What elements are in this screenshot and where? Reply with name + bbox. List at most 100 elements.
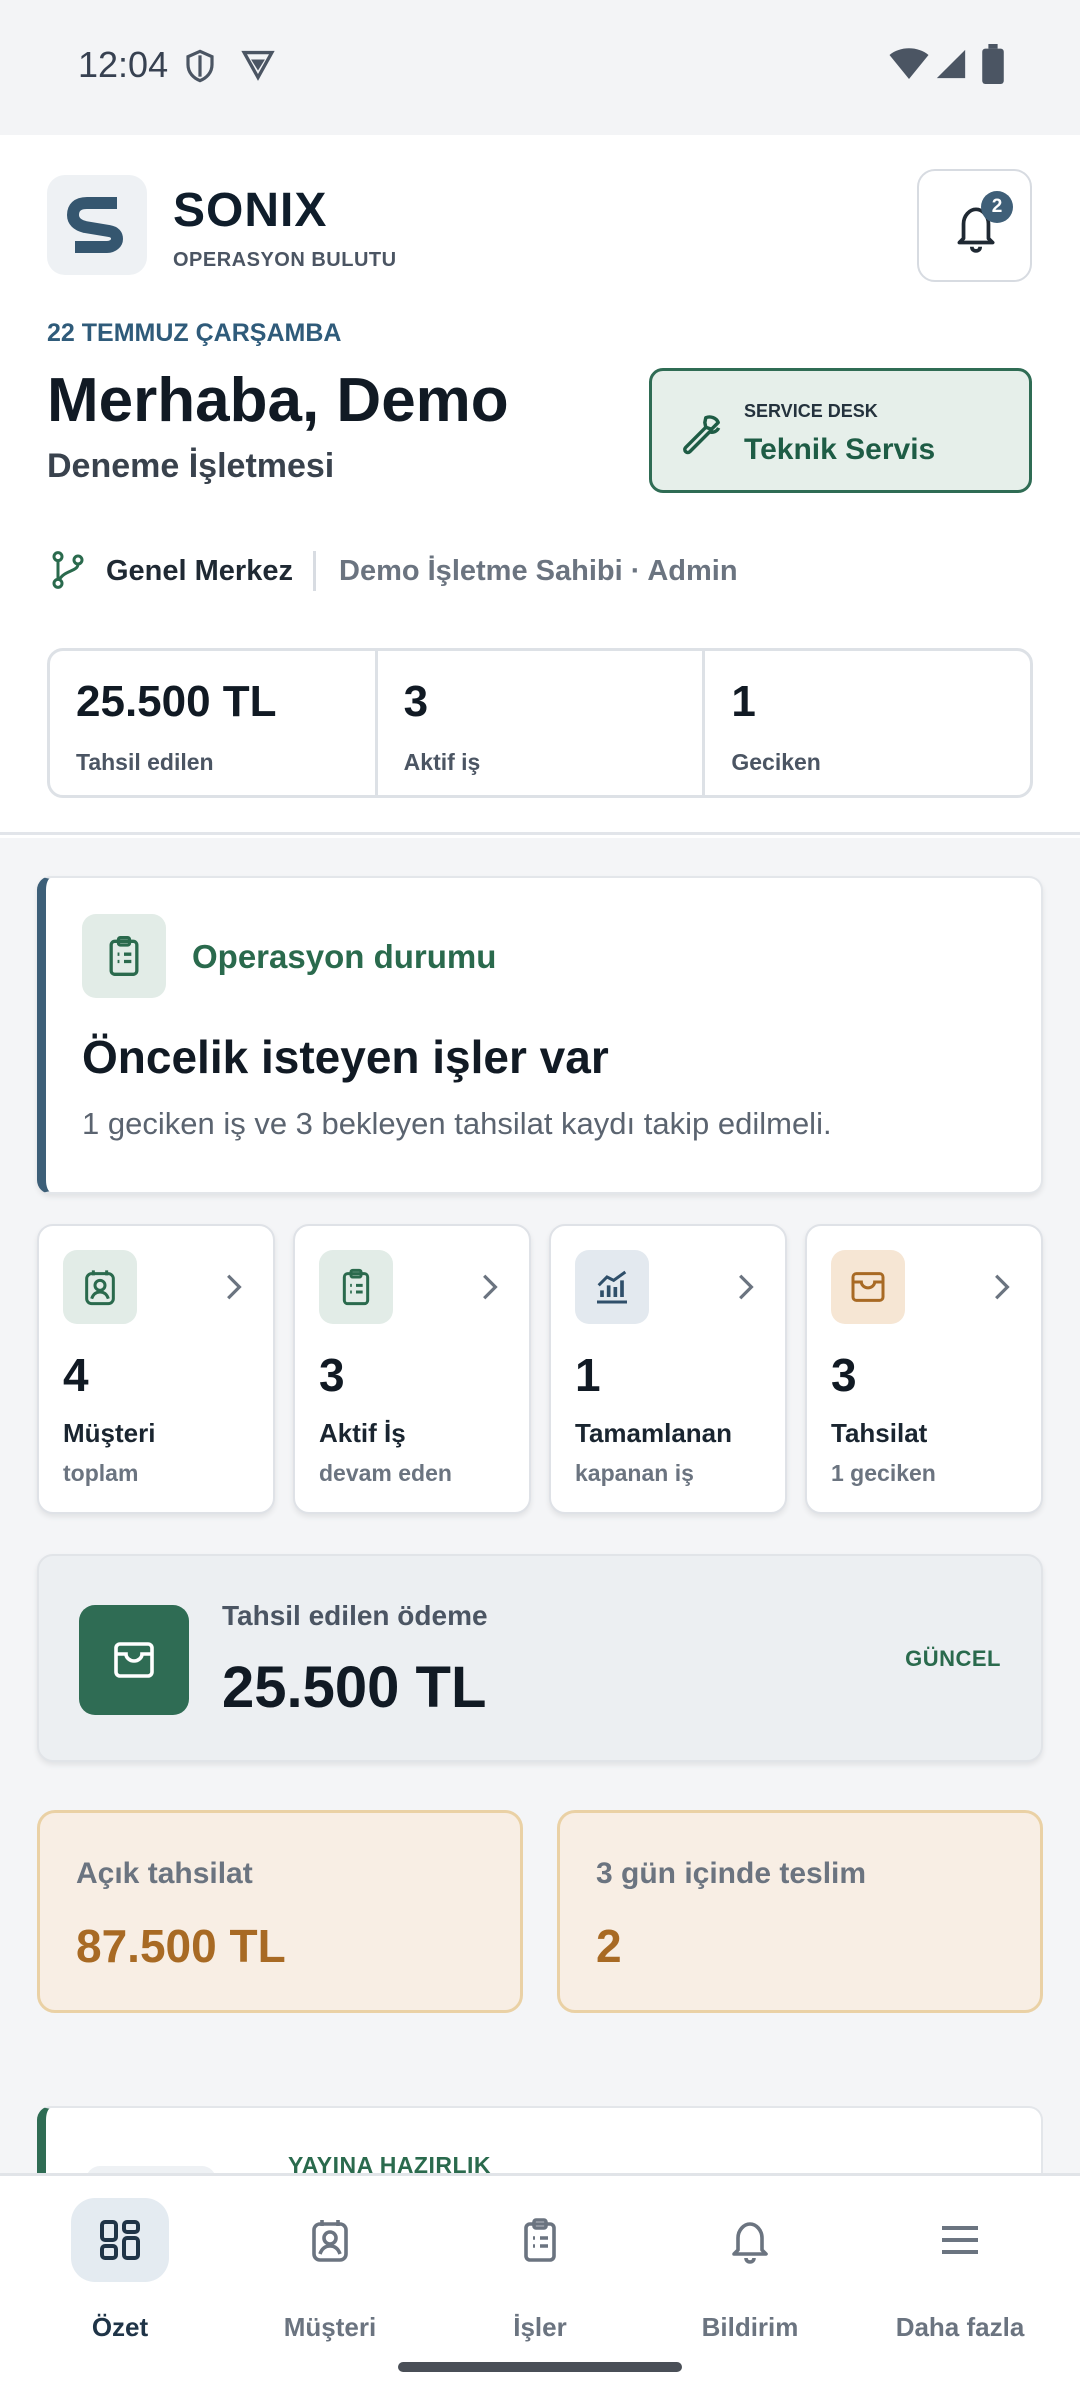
current-date: 22 TEMMUZ ÇARŞAMBA (47, 319, 342, 347)
kpi-icon-box (831, 1250, 905, 1324)
bell-icon (732, 2222, 768, 2264)
service-desk-button[interactable]: SERVICE DESK Teknik Servis (649, 368, 1032, 493)
notifications-button[interactable]: 2 (917, 169, 1032, 282)
branch-name[interactable]: Genel Merkez (106, 555, 293, 588)
readiness-label: YAYINA HAZIRLIK (288, 2152, 492, 2173)
nav-item-ozet[interactable]: Özet (20, 2198, 220, 2348)
summary-stats: 25.500 TL Tahsil edilen 3 Aktif iş 1 Gec… (47, 648, 1033, 798)
mini-label: Açık tahsilat (76, 1857, 253, 1890)
payment-value: 25.500 TL (222, 1655, 487, 1720)
clipboard-icon (524, 2218, 556, 2262)
kpi-card-active-jobs[interactable]: 3 Aktif İş devam eden (293, 1224, 531, 1514)
battery-icon (982, 44, 1004, 84)
chevron-right-icon (995, 1274, 1010, 1300)
signal-icon (936, 49, 966, 79)
nav-label: Müşteri (283, 2312, 377, 2342)
kpi-sub: toplam (63, 1460, 139, 1486)
chevron-right-icon (739, 1274, 754, 1300)
nav-pill (491, 2198, 589, 2282)
operation-icon-box (82, 914, 166, 998)
kpi-icon-box (63, 1250, 137, 1324)
kpi-sub: 1 geciken (831, 1460, 936, 1486)
home-indicator[interactable] (398, 2362, 682, 2372)
nav-item-musteri[interactable]: Müşteri (230, 2198, 430, 2348)
nav-item-daha-fazla[interactable]: Daha fazla (860, 2198, 1060, 2348)
notification-badge: 2 (981, 191, 1013, 223)
kpi-card-customers[interactable]: 4 Müşteri toplam (37, 1224, 275, 1514)
kpi-icon-box (575, 1250, 649, 1324)
kpi-icon-box (319, 1250, 393, 1324)
kpi-value: 3 (831, 1349, 857, 1401)
branch-icon (52, 551, 84, 589)
owner-role: Demo İşletme Sahibi · Admin (339, 555, 738, 587)
sonix-logo-icon (67, 197, 123, 253)
nav-item-bildirim[interactable]: Bildirim (650, 2198, 850, 2348)
brand-name: SONIX (173, 184, 328, 237)
operation-status-card[interactable]: Operasyon durumu Öncelik isteyen işler v… (37, 876, 1043, 1194)
business-name: Deneme İşletmesi (47, 447, 335, 485)
dashboard-icon (100, 2220, 140, 2260)
mini-value: 2 (596, 1920, 622, 1972)
service-desk-title: Teknik Servis (744, 433, 936, 466)
wifi-icon (889, 48, 929, 79)
brand-subtitle: OPERASYON BULUTU (173, 249, 397, 271)
customer-icon (85, 1270, 115, 1306)
payment-icon-box (79, 1605, 189, 1715)
kpi-sub: devam eden (319, 1460, 452, 1486)
stat-label: Geciken (731, 749, 821, 775)
dashboard-header: SONIX OPERASYON BULUTU 2 22 TEMMUZ ÇARŞA… (0, 135, 1080, 835)
stat-value: 3 (403, 677, 429, 726)
stat-value: 25.500 TL (76, 677, 277, 726)
nav-label: İşler (513, 2312, 567, 2342)
kpi-value: 1 (575, 1349, 601, 1401)
stat-collected: 25.500 TL Tahsil edilen (50, 651, 378, 795)
nav-pill (701, 2198, 799, 2282)
greeting-title: Merhaba, Demo (47, 366, 509, 435)
kpi-label: Tamamlanan (575, 1418, 733, 1448)
mini-value: 87.500 TL (76, 1920, 286, 1972)
wrench-icon (683, 415, 721, 455)
readiness-icon-box (86, 2166, 216, 2173)
operation-status-label: Operasyon durumu (192, 938, 497, 975)
kpi-value: 4 (63, 1349, 89, 1401)
stat-label: Tahsil edilen (76, 749, 214, 775)
status-bar: 12:04 (0, 0, 1080, 135)
payment-status-tag: GÜNCEL (905, 1646, 1001, 1671)
collected-payment-card[interactable]: Tahsil edilen ödeme 25.500 TL GÜNCEL (37, 1554, 1043, 1762)
stat-label: Aktif iş (403, 749, 481, 775)
chevron-right-icon (227, 1274, 242, 1300)
kpi-card-completed[interactable]: 1 Tamamlanan kapanan iş (549, 1224, 787, 1514)
kpi-label: Tahsilat (831, 1418, 928, 1448)
status-time: 12:04 (78, 44, 169, 85)
clipboard-icon (342, 1268, 370, 1306)
nav-label: Özet (91, 2312, 149, 2342)
shield-icon (186, 49, 214, 83)
nav-label: Daha fazla (895, 2312, 1025, 2342)
nav-label: Bildirim (701, 2312, 799, 2342)
kpi-card-collections[interactable]: 3 Tahsilat 1 geciken (805, 1224, 1043, 1514)
service-desk-kicker: SERVICE DESK (744, 401, 878, 421)
open-collections-card[interactable]: Açık tahsilat 87.500 TL (37, 1810, 523, 2013)
kpi-label: Müşteri (63, 1418, 156, 1448)
nav-pill (281, 2198, 379, 2282)
clipboard-icon (109, 936, 139, 976)
customer-icon (312, 2220, 348, 2262)
operation-status-description: 1 geciken iş ve 3 bekleyen tahsilat kayd… (82, 1106, 832, 1141)
deliveries-card[interactable]: 3 gün içinde teslim 2 (557, 1810, 1043, 2013)
brand-logo (47, 175, 147, 275)
dashboard-content[interactable]: Operasyon durumu Öncelik isteyen işler v… (0, 838, 1080, 2173)
wallet-icon (114, 1642, 154, 1678)
kpi-cards: 4 Müşteri toplam 3 Aktif İş devam eden 1… (37, 1224, 1043, 1514)
chart-icon (597, 1270, 627, 1304)
payment-label: Tahsil edilen ödeme (222, 1600, 488, 1631)
chevron-right-icon (483, 1274, 498, 1300)
nav-item-isler[interactable]: İşler (440, 2198, 640, 2348)
launch-readiness-card[interactable]: YAYINA HAZIRLIK (37, 2106, 1043, 2173)
stat-value: 1 (731, 677, 756, 726)
divider (313, 551, 316, 591)
wallet-icon (851, 1272, 885, 1302)
kpi-label: Aktif İş (319, 1418, 406, 1448)
stat-active-jobs: 3 Aktif iş (378, 651, 706, 795)
kpi-sub: kapanan iş (575, 1460, 694, 1486)
operation-status-title: Öncelik isteyen işler var (82, 1031, 609, 1083)
